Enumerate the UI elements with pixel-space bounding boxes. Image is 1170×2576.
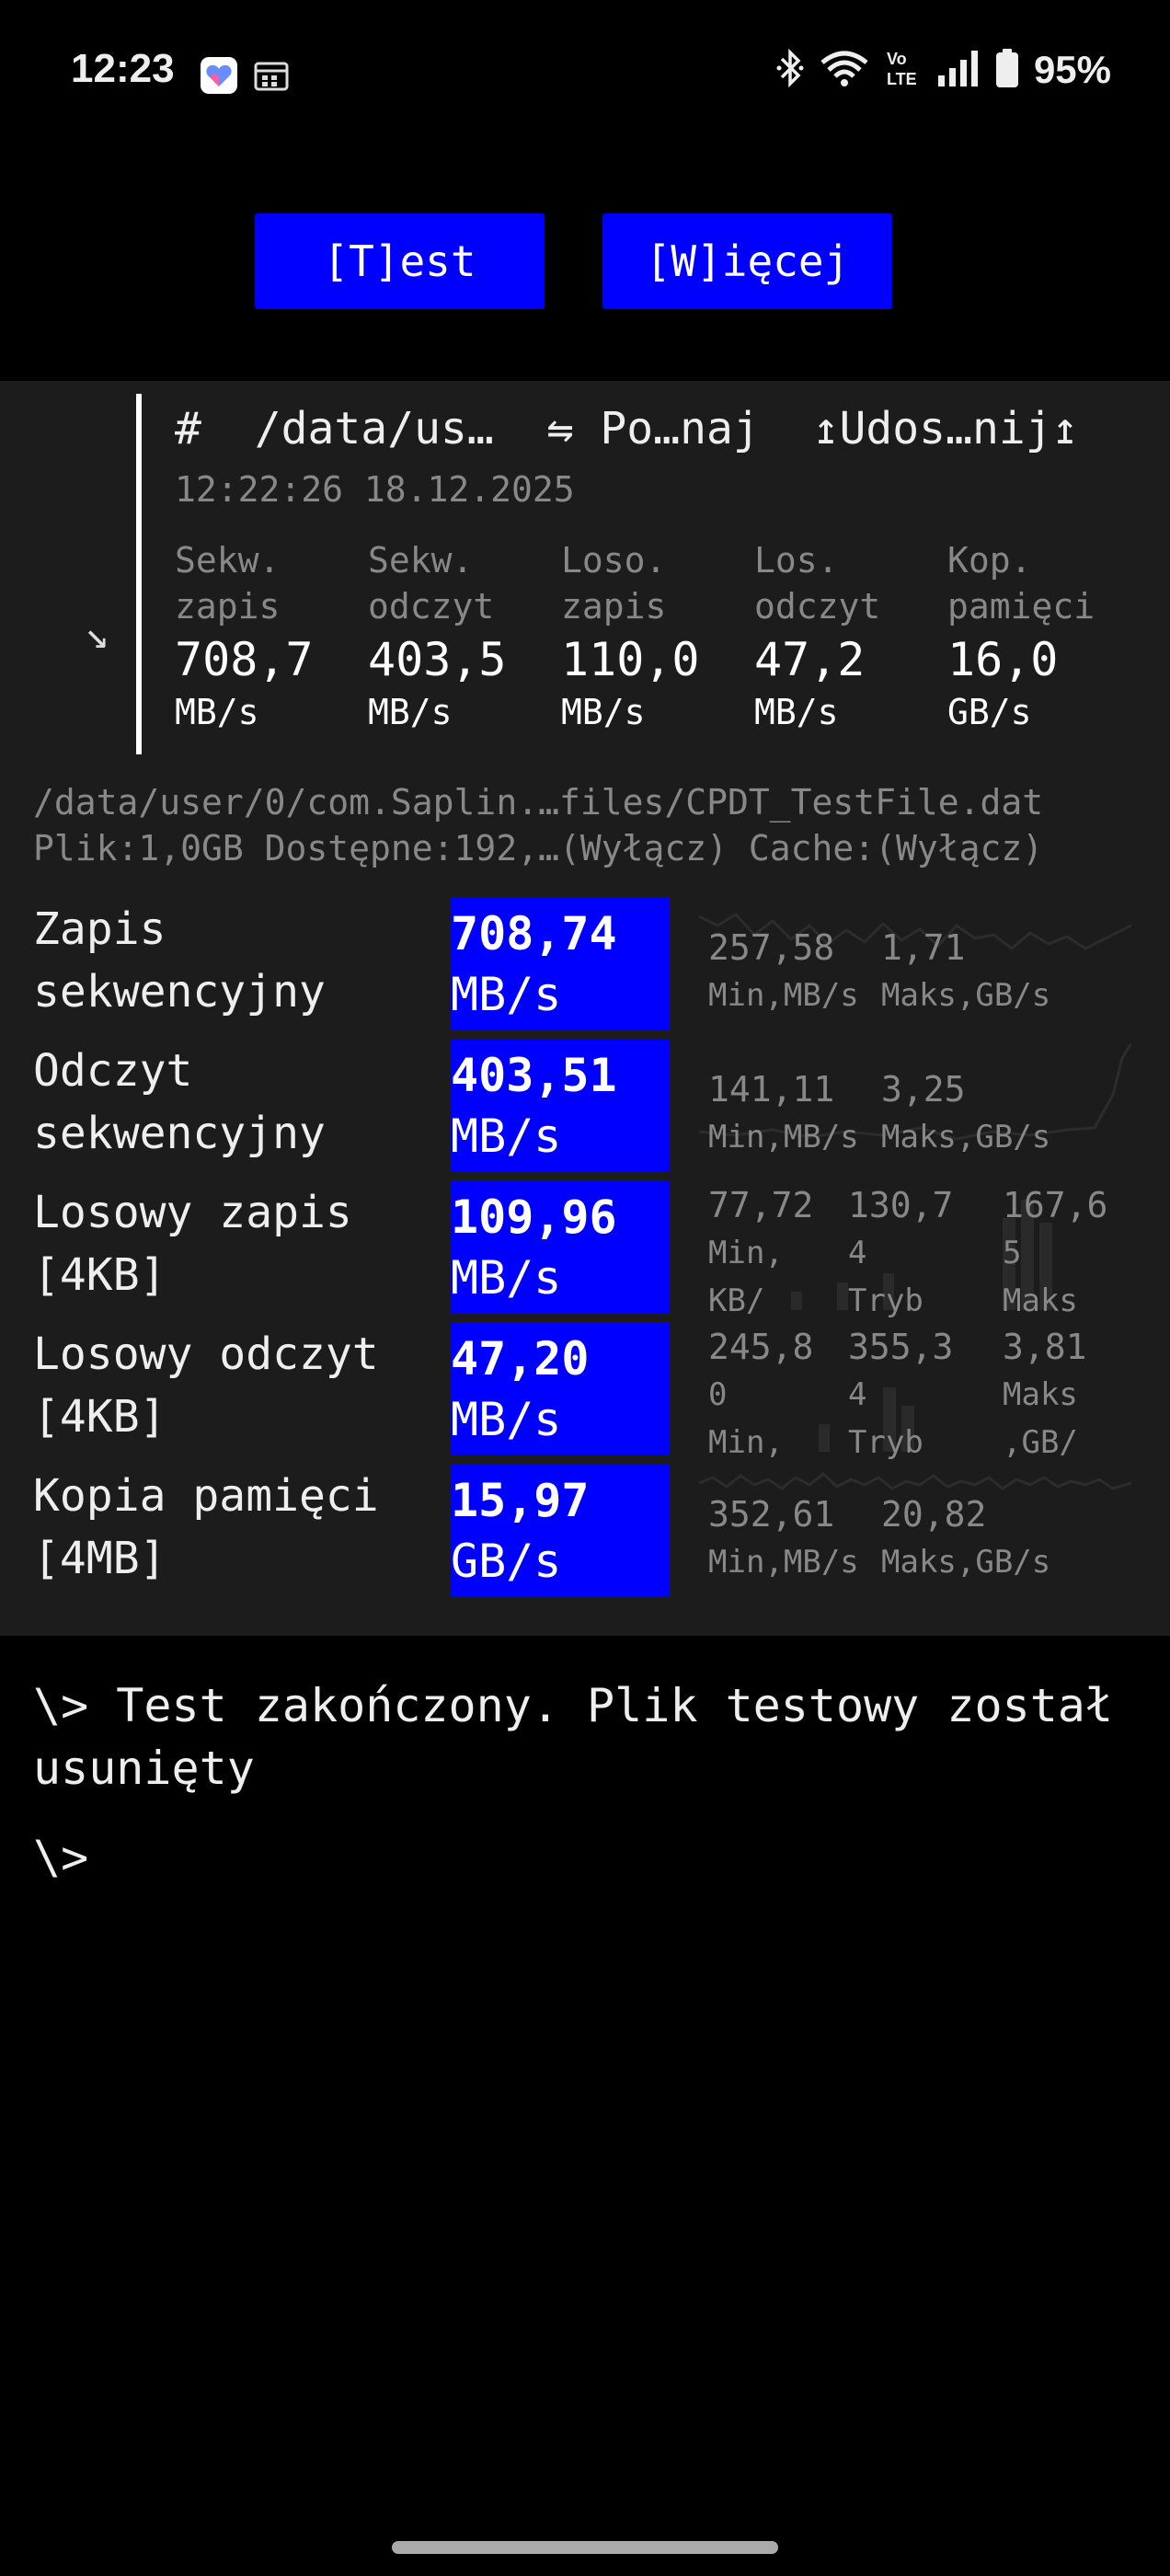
metric-seq-read: Sekw. odczyt 403,5 MB/s <box>368 537 561 736</box>
signal-icon <box>936 48 981 92</box>
metric-seq-write: Sekw. zapis 708,7 MB/s <box>175 537 368 736</box>
test-button[interactable]: [T]est <box>255 213 545 309</box>
result-unit: GB/s <box>451 1535 562 1588</box>
metric-unit: MB/s <box>175 692 259 732</box>
test-file-info[interactable]: Plik:1,0GB Dostępne:192,…(Wyłącz) Cache:… <box>33 828 1043 868</box>
result-row-mem-copy[interactable]: Kopia pamięci [4MB] 15,97 GB/s 352,61 Min,… <box>0 1465 1170 1599</box>
path-link[interactable]: /data/us… <box>255 403 494 454</box>
result-row-seq-write[interactable]: Zapis sekwencyjny 708,74 MB/s 257,58 Min,M… <box>0 898 1170 1032</box>
stat-min: 257,58 Min,MB/s <box>708 927 859 1014</box>
metric-unit: MB/s <box>754 692 839 732</box>
result-value-box: 109,96 MB/s <box>451 1181 670 1314</box>
metric-value: 708,7 <box>175 633 314 686</box>
result-value-box: 403,51 MB/s <box>451 1040 670 1172</box>
results-panel: ↘ # /data/us… ⇋ Po…naj ↥Udos…nij↥ 12:22:… <box>0 381 1170 1636</box>
metric-value: 110,0 <box>561 633 700 686</box>
result-value: 708,74 <box>451 907 617 960</box>
metric-value: 16,0 <box>947 633 1059 686</box>
result-row-seq-read[interactable]: Odczyt sekwencyjny 403,51 MB/s 141,11 Min,… <box>0 1040 1170 1174</box>
row-title: Odczyt sekwencyjny <box>33 1045 326 1159</box>
row-title: Losowy zapis [4KB] <box>33 1187 352 1301</box>
row-title: Losowy odczyt [4KB] <box>33 1328 379 1443</box>
status-bar: 12:23 Vo LTE 95% <box>0 0 1170 147</box>
battery-percentage: 95% <box>1033 48 1111 91</box>
metric-label: pamięci <box>947 586 1095 627</box>
status-time: 12:23 <box>71 46 175 91</box>
stat-max: 3,25 Maks,GB/s <box>881 1069 1051 1156</box>
stat-min: 141,11 Min,MB/s <box>708 1069 859 1156</box>
metric-label: odczyt <box>754 586 881 627</box>
result-value-box: 47,20 MB/s <box>451 1323 670 1455</box>
result-value: 47,20 <box>451 1332 590 1386</box>
row-title: Kopia pamięci [4MB] <box>33 1470 379 1584</box>
svg-text:LTE: LTE <box>887 70 917 88</box>
metric-label: zapis <box>175 586 281 627</box>
hash-icon: # <box>175 403 201 454</box>
calendar-icon <box>253 59 290 96</box>
metric-label: Sekw. <box>175 540 281 581</box>
card-header: # /data/us… ⇋ Po…naj ↥Udos…nij↥ <box>175 403 1079 454</box>
stat-min: 352,61 Min,MB/s <box>708 1494 859 1581</box>
metric-label: Los. <box>754 540 839 581</box>
metric-label: zapis <box>561 586 667 627</box>
stat-max: 167,6 5 Maks <box>1003 1185 1108 1319</box>
metric-value: 47,2 <box>754 633 866 686</box>
result-value: 15,97 <box>451 1474 590 1527</box>
test-timestamp: 12:22:26 18.12.2025 <box>175 469 575 510</box>
collapse-arrow-icon[interactable]: ↘ <box>85 611 109 658</box>
svg-text:Vo: Vo <box>887 50 907 68</box>
metric-unit: MB/s <box>561 692 646 732</box>
home-indicator[interactable] <box>392 2541 778 2554</box>
metric-label: Kop. <box>947 540 1032 581</box>
console-prompt[interactable]: \> <box>33 1831 88 1884</box>
metric-label: Sekw. <box>368 540 474 581</box>
metric-value: 403,5 <box>368 633 507 686</box>
bluetooth-icon <box>776 48 804 92</box>
volte-icon: Vo LTE <box>885 48 922 92</box>
result-value-box: 15,97 GB/s <box>451 1465 670 1597</box>
compare-button[interactable]: ⇋ Po…naj <box>547 403 760 454</box>
row-title: Zapis sekwencyjny <box>33 903 326 1018</box>
result-unit: MB/s <box>451 1251 562 1305</box>
stat-max: 3,81 Maks ,GB/ <box>1003 1327 1087 1461</box>
metric-label: odczyt <box>368 586 495 627</box>
health-app-icon <box>199 55 239 99</box>
result-unit: MB/s <box>451 1393 562 1446</box>
summary-card[interactable]: ↘ # /data/us… ⇋ Po…naj ↥Udos…nij↥ 12:22:… <box>0 381 1170 754</box>
result-value: 403,51 <box>451 1049 617 1102</box>
result-row-rand-read[interactable]: Losowy odczyt [4KB] 47,20 MB/s 245,8 0 Min,… <box>0 1323 1170 1461</box>
stat-max: 20,82 Maks,GB/s <box>881 1494 1051 1581</box>
metric-label: Loso. <box>561 540 667 581</box>
result-value: 109,96 <box>451 1190 617 1244</box>
metric-rand-read: Los. odczyt 47,2 MB/s <box>754 537 947 736</box>
battery-icon <box>995 48 1019 92</box>
more-button[interactable]: [W]ięcej <box>602 213 892 309</box>
result-unit: MB/s <box>451 1110 562 1163</box>
wifi-icon <box>819 48 870 92</box>
card-accent-bar <box>136 394 142 754</box>
status-right-group: Vo LTE 95% <box>776 48 1111 92</box>
metric-mem-copy: Kop. pamięci 16,0 GB/s <box>947 537 1141 736</box>
console-message: \> Test zakończony. Plik testowy został … <box>33 1679 1113 1795</box>
stat-mode: 355,3 4 Tryb <box>848 1327 954 1461</box>
stat-mode: 130,7 4 Tryb <box>848 1185 954 1319</box>
stat-min: 245,8 0 Min, <box>708 1327 814 1461</box>
metric-rand-write: Loso. zapis 110,0 MB/s <box>561 537 754 736</box>
stat-max: 1,71 Maks,GB/s <box>881 927 1051 1014</box>
share-button[interactable]: ↥Udos…nij↥ <box>813 403 1079 454</box>
result-unit: MB/s <box>451 968 562 1021</box>
stat-min: 77,72 Min, KB/ <box>708 1185 814 1319</box>
metric-unit: MB/s <box>368 692 453 732</box>
result-value-box: 708,74 MB/s <box>451 898 670 1030</box>
result-row-rand-write[interactable]: Losowy zapis [4KB] 109,96 MB/s 77,72 Min, K… <box>0 1181 1170 1319</box>
test-file-path: /data/user/0/com.Saplin.…files/CPDT_Test… <box>33 782 1044 822</box>
metric-unit: GB/s <box>947 692 1032 732</box>
